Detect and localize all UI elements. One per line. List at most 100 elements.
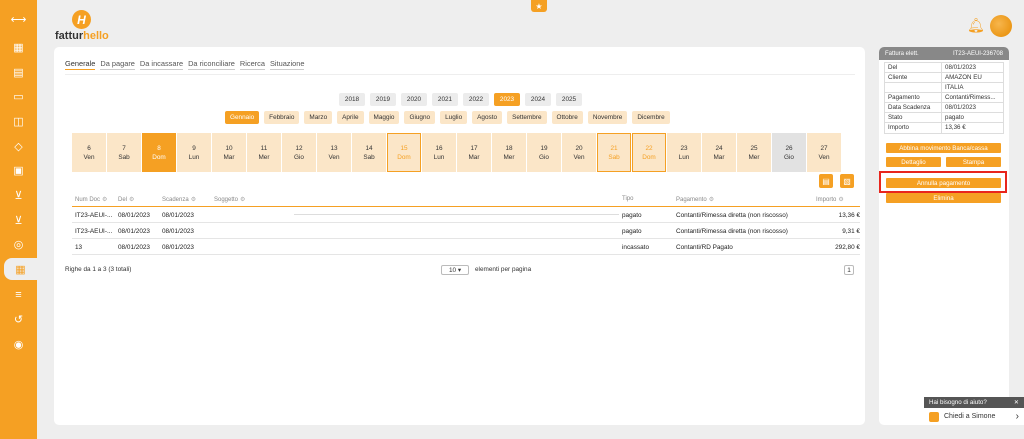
day-cell-25[interactable]: 25 Mer (737, 133, 771, 172)
export-excel-button[interactable]: ▧ (840, 174, 854, 188)
per-page-select[interactable]: 10 ▾ (441, 265, 469, 275)
year-button-2021[interactable]: 2021 (432, 93, 458, 106)
year-button-2022[interactable]: 2022 (463, 93, 489, 106)
globe-icon[interactable]: ◎ (0, 233, 37, 255)
tab-situazione[interactable]: Situazione (269, 59, 305, 70)
day-cell-20[interactable]: 20 Ven (562, 133, 596, 172)
settings-sliders-icon[interactable]: ≡ (0, 284, 37, 306)
col-soggetto[interactable]: Soggetto ⚙ (214, 196, 245, 203)
day-cell-16[interactable]: 16 Lun (422, 133, 456, 172)
month-button-settembre[interactable]: Settembre (507, 111, 547, 124)
day-cell-26[interactable]: 26 Gio (772, 133, 806, 172)
year-button-2018[interactable]: 2018 (339, 93, 365, 106)
day-cell-13[interactable]: 13 Ven (317, 133, 351, 172)
day-cell-8[interactable]: 8 Dom (142, 133, 176, 172)
col-num-doc[interactable]: Num Doc ⚙ (75, 196, 107, 203)
day-cell-24[interactable]: 24 Mar (702, 133, 736, 172)
year-button-2025[interactable]: 2025 (556, 93, 582, 106)
calendar-payments-icon[interactable]: ▦ (4, 258, 37, 280)
day-cell-7[interactable]: 7 Sab (107, 133, 141, 172)
bell-icon[interactable]: 🔔︎ (967, 17, 985, 34)
year-selector: 2018 2019 2020 2021 2022 2023 2024 2025 (339, 93, 582, 106)
year-button-2023[interactable]: 2023 (494, 93, 520, 106)
per-page-label: elementi per pagina (475, 266, 532, 273)
detail-value: Contanti/Rimess... (945, 94, 996, 101)
piggy-bank-icon[interactable]: ◉ (0, 333, 37, 355)
month-button-novembre[interactable]: Novembre (587, 111, 628, 124)
day-number: 18 (505, 144, 513, 152)
day-cell-6[interactable]: 6 Ven (72, 133, 106, 172)
year-button-2024[interactable]: 2024 (525, 93, 551, 106)
day-cell-10[interactable]: 10 Mar (212, 133, 246, 172)
detail-key: Cliente (885, 73, 942, 82)
cart-add-icon[interactable]: ⊻ (0, 209, 37, 231)
day-cell-23[interactable]: 23 Lun (667, 133, 701, 172)
day-weekday: Ven (573, 153, 585, 161)
month-button-ottobre[interactable]: Ottobre (551, 111, 583, 124)
tab-generale[interactable]: Generale (65, 59, 96, 70)
favorites-star-icon[interactable]: ★ (531, 0, 547, 12)
stampa-button[interactable]: Stampa (946, 157, 1001, 167)
cell-num-doc: 13 (75, 244, 83, 251)
help-chat-button[interactable]: Chiedi a Simone › (924, 408, 1024, 425)
month-button-agosto[interactable]: Agosto (472, 111, 503, 124)
dashboard-icon[interactable]: ▦ (0, 36, 37, 58)
table-row[interactable]: IT23-AEUI-... 08/01/2023 08/01/2023 paga… (72, 223, 860, 239)
tab-da-incassare[interactable]: Da incassare (139, 59, 184, 70)
logo-text: fatturhello (55, 30, 109, 42)
abbina-movimento-button[interactable]: Abbina movimento Banca/cassa (886, 143, 1001, 153)
close-icon[interactable]: ✕ (1014, 399, 1019, 406)
page-button[interactable]: 1 (844, 265, 854, 275)
table-row[interactable]: IT23-AEUI-... 08/01/2023 08/01/2023 paga… (72, 207, 860, 223)
table-row[interactable]: 13 08/01/2023 08/01/2023 incassato Conta… (72, 239, 860, 255)
month-button-aprile[interactable]: Aprile (337, 111, 364, 124)
day-number: 14 (365, 144, 373, 152)
day-cell-15[interactable]: 15 Dom (387, 133, 421, 172)
month-button-dicembre[interactable]: Dicembre (632, 111, 670, 124)
day-weekday: Gio (539, 153, 549, 161)
year-button-2020[interactable]: 2020 (401, 93, 427, 106)
col-del[interactable]: Del ⚙ (118, 196, 134, 203)
day-cell-19[interactable]: 19 Gio (527, 133, 561, 172)
day-strip: 6 Ven 7 Sab 8 Dom 9 Lun 10 Mar 11 Mer 12 Gio 13 Ven 14 Sa… (72, 133, 841, 172)
day-cell-14[interactable]: 14 Sab (352, 133, 386, 172)
export-pdf-button[interactable]: ▤ (819, 174, 833, 188)
help-widget[interactable]: Hai bisogno di aiuto? ✕ Chiedi a Simone … (924, 397, 1024, 425)
avatar[interactable] (990, 15, 1012, 37)
month-button-marzo[interactable]: Marzo (304, 111, 333, 124)
month-button-luglio[interactable]: Luglio (440, 111, 468, 124)
year-button-2019[interactable]: 2019 (370, 93, 396, 106)
tab-da-pagare[interactable]: Da pagare (100, 59, 135, 70)
day-cell-18[interactable]: 18 Mer (492, 133, 526, 172)
history-icon[interactable]: ↺ (0, 308, 37, 330)
dettaglio-button[interactable]: Dettaglio (886, 157, 941, 167)
day-cell-9[interactable]: 9 Lun (177, 133, 211, 172)
month-button-febbraio[interactable]: Febbraio (264, 111, 300, 124)
register-icon[interactable]: ▣ (0, 159, 37, 181)
month-button-maggio[interactable]: Maggio (368, 111, 400, 124)
tab-ricerca[interactable]: Ricerca (239, 59, 265, 70)
tab-da-riconciliare[interactable]: Da riconciliare (188, 59, 235, 70)
col-importo[interactable]: Importo ⚙ (816, 196, 844, 203)
month-button-gennaio[interactable]: Gennaio (225, 111, 260, 124)
invoice-icon[interactable]: ▤ (0, 61, 37, 83)
expand-icon[interactable]: ⟷ (0, 8, 37, 30)
chevron-right-icon: › (1015, 411, 1019, 422)
day-cell-17[interactable]: 17 Mar (457, 133, 491, 172)
col-pagamento[interactable]: Pagamento ⚙ (676, 196, 714, 203)
day-cell-12[interactable]: 12 Gio (282, 133, 316, 172)
col-tipo[interactable]: Tipo (622, 196, 633, 202)
col-scadenza[interactable]: Scadenza ⚙ (162, 196, 196, 203)
day-cell-22[interactable]: 22 Dom (632, 133, 666, 172)
month-button-giugno[interactable]: Giugno (404, 111, 436, 124)
day-cell-21[interactable]: 21 Sab (597, 133, 631, 172)
cart-icon[interactable]: ⊻ (0, 184, 37, 206)
day-cell-27[interactable]: 27 Ven (807, 133, 841, 172)
archive-icon[interactable]: ▭ (0, 85, 37, 107)
day-cell-11[interactable]: 11 Mer (247, 133, 281, 172)
help-question: Hai bisogno di aiuto? (929, 399, 987, 406)
elimina-button[interactable]: Elimina (886, 193, 1001, 203)
detail-value: ITALIA (945, 84, 964, 91)
tag-icon[interactable]: ◇ (0, 135, 37, 157)
contacts-icon[interactable]: ◫ (0, 110, 37, 132)
